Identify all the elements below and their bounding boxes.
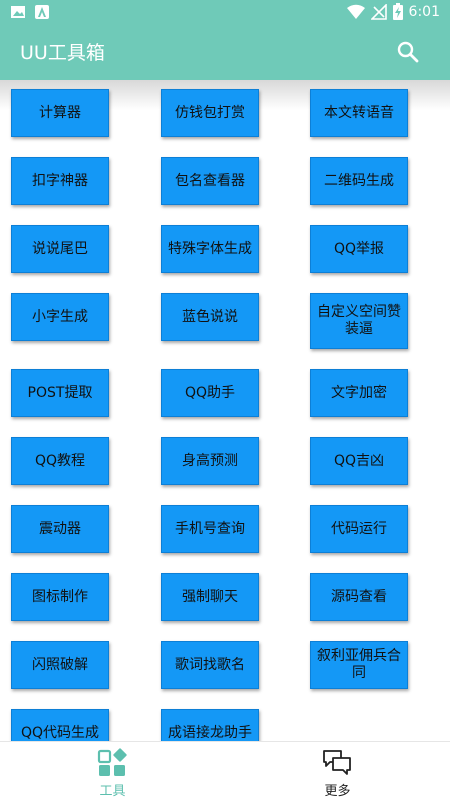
- tool-button-icon-maker[interactable]: 图标制作: [11, 573, 109, 621]
- tool-button-small-text[interactable]: 小字生成: [11, 293, 109, 341]
- image-icon: [11, 6, 25, 18]
- tool-button-text-encrypt[interactable]: 文字加密: [310, 369, 408, 417]
- app-notification-icon: [35, 5, 49, 19]
- tool-button-package-viewer[interactable]: 包名查看器: [161, 157, 259, 205]
- bottom-nav: 工具 更多: [0, 741, 450, 801]
- tool-button-fake-wallet-tip[interactable]: 仿钱包打赏: [161, 89, 259, 137]
- tool-button-post-extract[interactable]: POST提取: [11, 369, 109, 417]
- tool-button-lyrics-search[interactable]: 歌词找歌名: [161, 641, 259, 689]
- tool-button-special-font[interactable]: 特殊字体生成: [161, 225, 259, 273]
- tool-button-qq-assistant[interactable]: QQ助手: [161, 369, 259, 417]
- wifi-icon: [346, 4, 365, 19]
- tool-button-text-extractor[interactable]: 扣字神器: [11, 157, 109, 205]
- tool-button-source-view[interactable]: 源码查看: [310, 573, 408, 621]
- tool-button-vibrator[interactable]: 震动器: [11, 505, 109, 553]
- nav-tab-more[interactable]: 更多: [225, 742, 450, 801]
- battery-charging-icon: [392, 3, 403, 20]
- search-icon[interactable]: [396, 40, 420, 64]
- tool-button-flash-photo-crack[interactable]: 闪照破解: [11, 641, 109, 689]
- tool-button-height-predict[interactable]: 身高预测: [161, 437, 259, 485]
- tool-button-blue-post[interactable]: 蓝色说说: [161, 293, 259, 341]
- tool-button-qq-fortune[interactable]: QQ吉凶: [310, 437, 408, 485]
- tool-button-qq-report[interactable]: QQ举报: [310, 225, 408, 273]
- tool-button-custom-space-likes[interactable]: 自定义空间赞装逼: [310, 293, 408, 349]
- no-signal-icon: [370, 3, 387, 20]
- status-time: 6:01: [408, 3, 440, 20]
- tool-button-idiom-chain[interactable]: 成语接龙助手: [161, 709, 259, 741]
- tool-button-phone-lookup[interactable]: 手机号查询: [161, 505, 259, 553]
- tool-button-post-tail[interactable]: 说说尾巴: [11, 225, 109, 273]
- tool-button-qq-code-gen[interactable]: QQ代码生成: [11, 709, 109, 741]
- app-title: UU工具箱: [20, 42, 105, 64]
- nav-label-tools: 工具: [99, 784, 126, 799]
- tool-grid: 计算器 仿钱包打赏 本文转语音 扣字神器 包名查看器 二维码生成 说说尾巴 特殊…: [0, 80, 450, 741]
- tools-grid-icon: [97, 748, 127, 776]
- tool-button-force-chat[interactable]: 强制聊天: [161, 573, 259, 621]
- tool-button-qq-tutorial[interactable]: QQ教程: [11, 437, 109, 485]
- tool-button-code-run[interactable]: 代码运行: [310, 505, 408, 553]
- status-bar: 6:01: [0, 0, 450, 24]
- tool-button-calculator[interactable]: 计算器: [11, 89, 109, 137]
- app-bar: UU工具箱: [0, 24, 450, 80]
- tool-button-syria-contract[interactable]: 叙利亚佣兵合同: [310, 641, 408, 689]
- tool-button-text-to-speech[interactable]: 本文转语音: [310, 89, 408, 137]
- nav-tab-tools[interactable]: 工具: [0, 742, 225, 801]
- nav-label-more: 更多: [324, 784, 351, 799]
- chat-bubbles-icon: [323, 750, 351, 775]
- tool-button-qr-generator[interactable]: 二维码生成: [310, 157, 408, 205]
